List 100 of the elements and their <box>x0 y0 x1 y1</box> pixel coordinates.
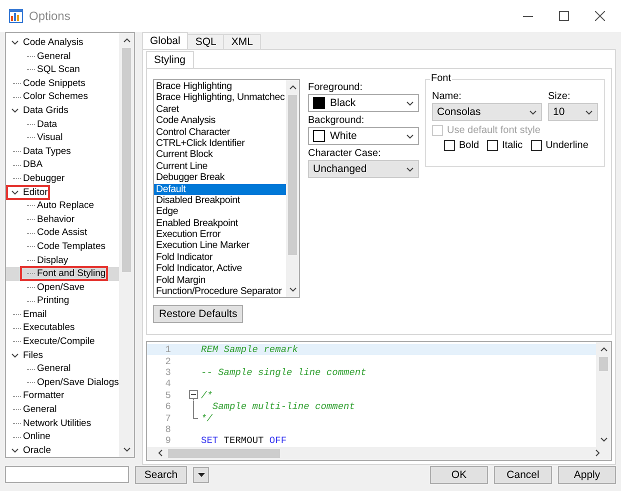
scroll-right-icon[interactable] <box>594 449 601 458</box>
scroll-down-icon[interactable] <box>600 436 608 443</box>
tab[interactable]: SQL <box>187 34 224 49</box>
tree-item[interactable]: Data Types <box>22 144 71 158</box>
font-name-dropdown[interactable]: Consolas <box>432 103 542 121</box>
close-icon[interactable] <box>595 11 605 21</box>
tree-item[interactable]: Visual <box>36 131 63 145</box>
scroll-up-icon[interactable] <box>288 84 296 91</box>
case-dropdown[interactable]: Unchanged <box>308 160 419 178</box>
tree-item[interactable]: Email <box>22 308 47 322</box>
tree-item[interactable]: General <box>36 362 71 376</box>
line-number: 7 <box>164 412 172 424</box>
field-label: Foreground: <box>308 81 364 94</box>
tree-item[interactable]: Oracle <box>22 444 51 457</box>
tab[interactable]: Styling <box>146 51 194 68</box>
code-line: SET TERMOUT OFF <box>200 435 287 446</box>
checkbox[interactable] <box>444 140 455 151</box>
tree-item[interactable]: Data <box>36 118 58 132</box>
tree-item[interactable]: Open/Save Dialogs <box>36 376 119 390</box>
tree-item[interactable]: Formatter <box>22 389 64 404</box>
maximize-icon[interactable] <box>559 11 569 21</box>
tree-item[interactable]: General <box>36 50 71 64</box>
line-number: 9 <box>164 435 172 446</box>
tree-item[interactable]: DBA <box>22 158 43 172</box>
tree-item[interactable]: Code Snippets <box>22 76 86 90</box>
tree-item[interactable]: Execute/Compile <box>22 335 95 349</box>
checkbox[interactable] <box>530 140 542 151</box>
tree-item[interactable]: Editor <box>22 186 48 200</box>
tree-item[interactable]: Auto Replace <box>36 199 94 213</box>
tree-item[interactable]: Font and Styling <box>36 267 106 281</box>
list-item[interactable]: Caret <box>154 104 286 116</box>
list-item[interactable]: Fold Margin <box>154 274 286 286</box>
tree-item[interactable]: Display <box>36 254 68 268</box>
scrollbar[interactable] <box>119 33 134 457</box>
tab[interactable]: Global <box>142 32 188 49</box>
scroll-up-icon[interactable] <box>122 37 130 44</box>
tree-item[interactable]: Behavior <box>36 212 74 226</box>
scroll-down-icon[interactable] <box>122 446 130 453</box>
scroll-thumb[interactable] <box>168 448 280 458</box>
chevron-icon[interactable] <box>11 39 19 46</box>
list-item[interactable]: Brace Highlighting, Unmatchec <box>154 92 286 104</box>
checkbox-label: Underline <box>546 140 588 151</box>
color-dropdown[interactable]: White <box>308 127 419 145</box>
tree-item[interactable]: Code Assist <box>36 226 88 240</box>
list-item[interactable]: Disabled Breakpoint <box>154 194 286 206</box>
tree-item[interactable]: Open/Save <box>36 280 85 294</box>
list-item[interactable]: Execution Line Marker <box>154 240 286 252</box>
tree-item[interactable]: Network Utilities <box>22 416 92 430</box>
fold-marker-icon[interactable] <box>188 389 198 402</box>
tree-item[interactable]: Color Schemes <box>22 90 88 104</box>
list-item[interactable]: Fold Indicator <box>154 252 286 264</box>
dialog-button[interactable]: Cancel <box>494 466 552 484</box>
list-item[interactable]: Current Block <box>154 149 286 161</box>
list-item[interactable]: Code Analysis <box>154 115 286 127</box>
dialog-button[interactable]: Apply <box>558 466 616 484</box>
scroll-thumb[interactable] <box>599 357 608 371</box>
tree-item[interactable]: General <box>22 403 57 417</box>
list-item[interactable]: CTRL+Click Identifier <box>154 138 286 150</box>
list-item[interactable]: Function/Procedure Separator <box>154 286 286 297</box>
list-item[interactable]: Brace Highlighting <box>154 81 286 92</box>
dropdown-button[interactable] <box>193 466 209 482</box>
search-button[interactable]: Search <box>135 466 187 484</box>
tree-item[interactable]: Printing <box>36 294 70 308</box>
list-item[interactable]: Edge <box>154 206 286 218</box>
list-item[interactable]: Enabled Breakpoint <box>154 218 286 230</box>
tree-item[interactable]: Code Templates <box>36 240 106 254</box>
tree-item[interactable]: Data Grids <box>22 104 68 118</box>
checkbox-label: Italic <box>502 140 523 151</box>
list-item[interactable]: Default <box>154 184 286 195</box>
color-dropdown[interactable]: Black <box>308 94 419 112</box>
list-item[interactable]: Fold Indicator, Active <box>154 263 286 275</box>
scrollbar[interactable] <box>147 446 611 460</box>
list-item[interactable]: Control Character <box>154 126 286 138</box>
tree-item[interactable]: SQL Scan <box>36 63 80 77</box>
list-item[interactable]: Current Line <box>154 160 286 172</box>
dialog-button[interactable]: OK <box>430 466 488 484</box>
search-field[interactable] <box>5 466 129 483</box>
checkbox[interactable] <box>487 140 498 151</box>
chevron-icon[interactable] <box>11 107 19 114</box>
tree-item[interactable]: Debugger <box>22 172 65 186</box>
scroll-left-icon[interactable] <box>157 449 164 458</box>
tree-item[interactable]: Online <box>22 430 50 444</box>
scroll-thumb[interactable] <box>288 95 297 255</box>
tab[interactable]: XML <box>223 34 261 49</box>
chevron-icon[interactable] <box>11 447 19 454</box>
tree-item[interactable]: Code Analysis <box>22 36 84 50</box>
chevron-icon[interactable] <box>11 352 19 359</box>
scrollbar[interactable] <box>596 342 611 447</box>
chevron-icon[interactable] <box>11 188 19 196</box>
restore-defaults-button[interactable]: Restore Defaults <box>153 305 244 323</box>
list-item[interactable]: Debugger Break <box>154 172 286 184</box>
font-size-dropdown[interactable]: 10 <box>548 103 598 121</box>
scroll-up-icon[interactable] <box>600 346 608 353</box>
scrollbar[interactable] <box>286 80 299 297</box>
field-label: Name: <box>432 90 462 103</box>
tree-item[interactable]: Executables <box>22 321 75 336</box>
list-item[interactable]: Execution Error <box>154 229 286 240</box>
scroll-down-icon[interactable] <box>288 286 296 293</box>
scroll-thumb[interactable] <box>122 48 131 272</box>
tree-item[interactable]: Files <box>22 348 44 362</box>
